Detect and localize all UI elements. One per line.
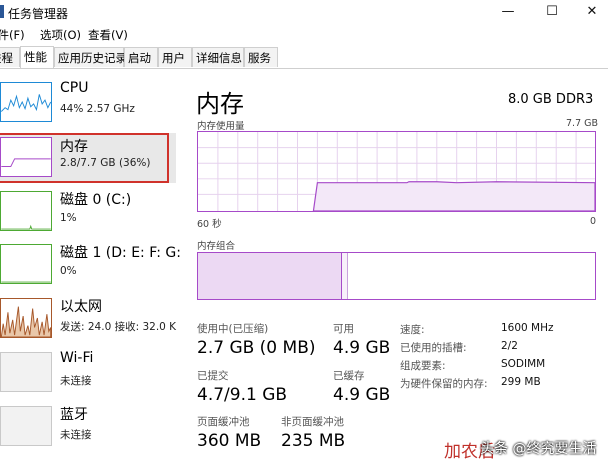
title-bar: 任务管理器 — ☐ ✕ <box>0 0 608 24</box>
stat-value: 4.9 GB <box>333 338 391 358</box>
sidebar-item-label: 以太网 <box>60 299 102 315</box>
sidebar-item-label: 蓝牙 <box>60 407 88 423</box>
stat-value: 360 MB <box>197 431 262 451</box>
spec-label: 速度: <box>400 324 425 336</box>
cpu-graph-icon <box>0 82 52 122</box>
spec-label: 组成要素: <box>400 360 446 372</box>
resource-sidebar: CPU 44% 2.57 GHz 内存 2.8/7.7 GB (36%) 磁盘 … <box>0 70 181 471</box>
page-title: 内存 <box>196 90 244 118</box>
stat-label: 可用 <box>333 323 354 335</box>
stat-label: 已提交 <box>197 370 229 382</box>
wifi-graph-icon <box>0 352 52 392</box>
ethernet-graph-icon <box>0 298 52 338</box>
stat-label: 已缓存 <box>333 370 365 382</box>
close-button[interactable]: ✕ <box>576 0 608 24</box>
sidebar-item-detail: 未连接 <box>60 375 92 387</box>
sidebar-item-disk-1[interactable]: 磁盘 1 (D: E: F: G: 0% <box>0 238 181 292</box>
window-title: 任务管理器 <box>8 7 69 21</box>
tab-startup[interactable]: 启动 <box>124 47 158 67</box>
modified-segment <box>342 253 348 299</box>
sidebar-item-disk-0[interactable]: 磁盘 0 (C:) 1% <box>0 185 176 239</box>
memory-usage-chart <box>197 131 596 212</box>
spec-value: 1600 MHz <box>501 322 554 334</box>
minimize-button[interactable]: — <box>488 0 528 24</box>
disk-graph-icon <box>0 244 52 284</box>
selection-highlight-box <box>0 133 169 183</box>
spec-label: 为硬件保留的内存: <box>400 378 488 390</box>
spec-label: 已使用的插槽: <box>400 342 467 354</box>
tab-users[interactable]: 用户 <box>158 47 192 67</box>
sidebar-item-detail: 未连接 <box>60 429 92 441</box>
tab-processes[interactable]: 进程 <box>0 47 20 67</box>
usage-area <box>312 181 595 211</box>
sidebar-item-detail: 0% <box>60 265 77 277</box>
bluetooth-graph-icon <box>0 406 52 446</box>
sidebar-item-detail: 1% <box>60 212 77 224</box>
sidebar-item-label: Wi-Fi <box>60 350 94 366</box>
stat-label: 使用中(已压缩) <box>197 323 269 335</box>
sidebar-item-bluetooth[interactable]: 蓝牙 未连接 <box>0 400 176 454</box>
usage-label: 内存使用量 <box>197 121 245 132</box>
menu-bar: 文件(F) 选项(O) 查看(V) <box>0 24 608 44</box>
sidebar-item-detail: 44% 2.57 GHz <box>60 103 135 115</box>
task-manager-icon <box>0 5 4 18</box>
memory-composition-bar <box>197 252 596 300</box>
sidebar-item-label: 磁盘 1 (D: E: F: G: <box>60 245 181 261</box>
menu-file[interactable]: 文件(F) <box>0 27 25 43</box>
spec-value: 2/2 <box>501 340 518 352</box>
spec-value: 299 MB <box>501 376 541 388</box>
stat-value: 4.7/9.1 GB <box>197 385 288 405</box>
sidebar-item-wifi[interactable]: Wi-Fi 未连接 <box>0 346 176 400</box>
tab-performance[interactable]: 性能 <box>20 46 54 68</box>
maximize-button[interactable]: ☐ <box>532 0 572 24</box>
menu-options[interactable]: 选项(O) <box>40 27 81 43</box>
usage-max: 7.7 GB <box>566 118 599 129</box>
sidebar-item-ethernet[interactable]: 以太网 发送: 24.0 接收: 32.0 K <box>0 292 176 346</box>
composition-label: 内存组合 <box>197 241 236 252</box>
stat-value: 2.7 GB (0 MB) <box>197 338 316 358</box>
disk-graph-icon <box>0 191 52 231</box>
sidebar-item-label: 磁盘 0 (C:) <box>60 192 132 208</box>
in-use-segment <box>198 253 342 299</box>
sidebar-item-detail: 发送: 24.0 接收: 32.0 K <box>60 321 177 333</box>
stat-label: 页面缓冲池 <box>197 416 250 428</box>
watermark-caption: 头条 @终究要生活 <box>480 441 597 457</box>
tab-services[interactable]: 服务 <box>244 47 278 67</box>
sidebar-item-cpu[interactable]: CPU 44% 2.57 GHz <box>0 76 176 130</box>
time-left-label: 60 秒 <box>197 219 222 230</box>
menu-view[interactable]: 查看(V) <box>88 27 128 43</box>
tab-bar: 进程 性能 应用历史记录 启动 用户 详细信息 服务 <box>0 44 608 69</box>
stat-value: 235 MB <box>281 431 346 451</box>
sidebar-item-label: CPU <box>60 80 89 96</box>
stat-label: 非页面缓冲池 <box>281 416 344 428</box>
tab-details[interactable]: 详细信息 <box>192 47 244 67</box>
memory-spec: 8.0 GB DDR3 <box>508 92 594 107</box>
spec-value: SODIMM <box>501 358 546 370</box>
time-right-label: 0 <box>590 216 597 227</box>
stat-value: 4.9 GB <box>333 385 391 405</box>
tab-app-history[interactable]: 应用历史记录 <box>54 47 127 67</box>
